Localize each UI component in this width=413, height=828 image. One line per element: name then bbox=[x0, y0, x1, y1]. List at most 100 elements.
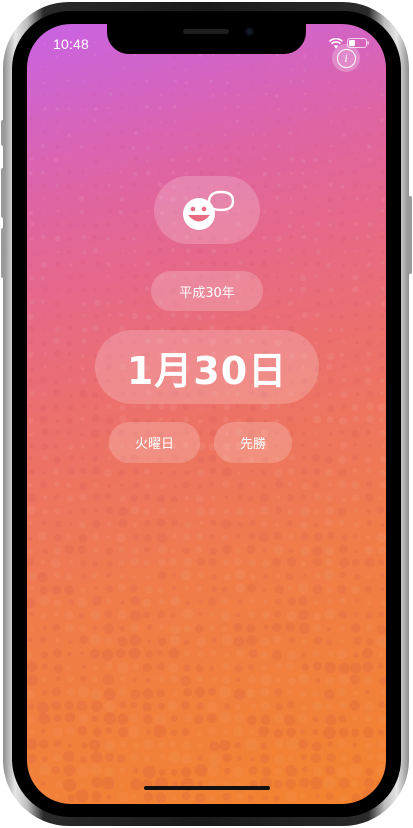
background-dot bbox=[79, 196, 85, 201]
background-dot bbox=[379, 391, 384, 395]
home-indicator[interactable] bbox=[144, 786, 270, 790]
background-dot bbox=[328, 182, 334, 187]
background-dot bbox=[222, 753, 232, 763]
background-dot bbox=[224, 495, 229, 499]
background-dot bbox=[315, 69, 318, 72]
background-dot bbox=[132, 199, 135, 202]
background-dot bbox=[145, 574, 151, 580]
background-dot bbox=[234, 569, 246, 580]
background-dot bbox=[68, 158, 70, 160]
background-dot bbox=[381, 250, 385, 254]
background-dot bbox=[64, 712, 76, 723]
background-dot bbox=[55, 327, 60, 332]
background-dot bbox=[183, 557, 193, 567]
background-dot bbox=[328, 106, 331, 108]
background-dot bbox=[81, 105, 85, 109]
background-dot bbox=[106, 794, 112, 800]
background-dot bbox=[378, 794, 386, 802]
background-dot bbox=[68, 640, 73, 645]
background-dot bbox=[81, 664, 87, 669]
background-dot bbox=[77, 686, 90, 699]
background-dot bbox=[95, 133, 98, 136]
background-dot bbox=[355, 120, 358, 123]
background-dot bbox=[207, 764, 220, 777]
background-dot bbox=[211, 132, 215, 135]
mascot-button[interactable] bbox=[154, 176, 260, 244]
background-dot bbox=[142, 598, 151, 608]
background-dot bbox=[42, 313, 45, 316]
background-dot bbox=[30, 92, 32, 95]
background-dot bbox=[340, 754, 348, 762]
background-dot bbox=[80, 507, 87, 514]
background-dot bbox=[67, 236, 72, 241]
background-dot bbox=[232, 726, 244, 737]
background-dot bbox=[222, 480, 230, 488]
background-dot bbox=[44, 352, 47, 355]
background-dot bbox=[366, 520, 373, 526]
background-dot bbox=[353, 353, 360, 359]
background-dot bbox=[341, 404, 347, 410]
background-dot bbox=[260, 651, 268, 659]
background-dot bbox=[276, 132, 279, 134]
background-dot bbox=[55, 521, 62, 528]
background-dot bbox=[212, 676, 217, 682]
background-dot bbox=[363, 676, 373, 686]
background-dot bbox=[29, 717, 35, 724]
background-dot bbox=[234, 547, 241, 554]
background-dot bbox=[327, 352, 335, 361]
background-dot bbox=[366, 198, 370, 201]
background-dot bbox=[181, 791, 191, 801]
background-dot bbox=[28, 521, 33, 526]
background-dot bbox=[264, 222, 267, 226]
background-dot bbox=[161, 68, 163, 70]
background-dot bbox=[366, 574, 371, 579]
background-dot bbox=[79, 145, 84, 149]
notch bbox=[107, 24, 306, 54]
background-dot bbox=[27, 753, 37, 764]
background-dot bbox=[288, 467, 295, 475]
background-dot bbox=[380, 286, 386, 291]
background-dot bbox=[183, 687, 192, 697]
background-dot bbox=[63, 764, 76, 777]
background-dot bbox=[330, 120, 333, 123]
background-dot bbox=[302, 639, 307, 645]
background-dot bbox=[366, 600, 372, 606]
background-dot bbox=[224, 172, 227, 175]
info-button[interactable]: i bbox=[332, 44, 360, 72]
background-dot bbox=[158, 237, 163, 242]
background-dot bbox=[339, 625, 346, 632]
background-dot bbox=[276, 678, 282, 684]
background-dot bbox=[95, 260, 100, 266]
background-dot bbox=[55, 120, 59, 125]
background-dot bbox=[148, 55, 150, 57]
background-dot bbox=[225, 66, 228, 70]
background-dot bbox=[288, 301, 293, 306]
background-dot bbox=[264, 184, 268, 189]
background-dot bbox=[182, 547, 190, 555]
background-dot bbox=[236, 171, 240, 175]
background-dot bbox=[303, 262, 308, 267]
background-dot bbox=[366, 402, 375, 410]
background-dot bbox=[285, 778, 296, 790]
background-dot bbox=[222, 662, 230, 670]
background-dot bbox=[108, 313, 112, 317]
background-dot bbox=[317, 133, 320, 136]
background-dot bbox=[107, 208, 113, 214]
background-dot bbox=[354, 549, 358, 554]
background-dot bbox=[271, 622, 282, 633]
background-dot bbox=[314, 144, 318, 148]
background-dot bbox=[300, 286, 307, 293]
background-dot bbox=[91, 700, 103, 713]
background-dot bbox=[91, 392, 98, 399]
background-dot bbox=[105, 547, 114, 556]
background-dot bbox=[209, 534, 215, 540]
background-dot bbox=[170, 596, 181, 607]
background-dot bbox=[261, 260, 267, 267]
background-dot bbox=[77, 545, 87, 554]
background-dot bbox=[27, 482, 33, 488]
background-dot bbox=[264, 118, 268, 122]
background-dot bbox=[353, 690, 358, 696]
background-dot bbox=[351, 481, 359, 489]
background-dot bbox=[366, 234, 371, 239]
background-dot bbox=[194, 764, 208, 777]
